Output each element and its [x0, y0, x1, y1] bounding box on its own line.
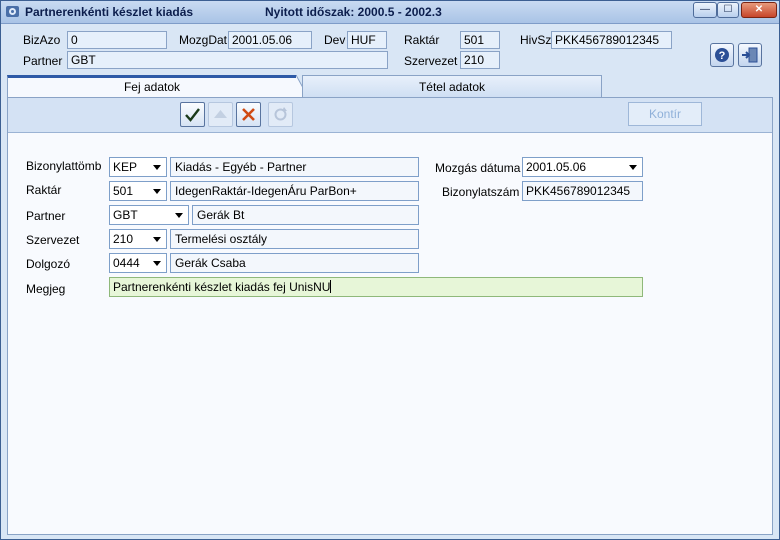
kontir-button[interactable]: Kontír: [628, 102, 702, 126]
hivsz-label: HivSz: [520, 33, 552, 47]
dolgozo-desc: Gerák Csaba: [170, 253, 419, 273]
confirm-button[interactable]: [180, 102, 205, 127]
chevron-down-icon: [153, 189, 161, 194]
triangle-up-icon: [214, 110, 227, 118]
cancel-x-icon: [242, 108, 255, 121]
raktar-combo[interactable]: 501: [109, 181, 167, 201]
close-icon: ✕: [754, 4, 764, 15]
dolgozo-value: 0444: [113, 256, 140, 270]
chevron-down-icon: [153, 261, 161, 266]
mozgas-datuma-combo[interactable]: 2001.05.06: [522, 157, 643, 177]
help-icon: ?: [715, 48, 729, 62]
app-icon: [6, 6, 19, 17]
dolgozo-label: Dolgozó: [26, 257, 71, 271]
mozgdat-label: MozgDat: [179, 33, 228, 47]
partner-combo[interactable]: GBT: [109, 205, 189, 225]
exit-door-icon: [742, 47, 758, 63]
tab-bar: Fej adatok Tétel adatok: [7, 75, 773, 97]
partner-header-label: Partner: [23, 54, 63, 68]
szervezet-label: Szervezet: [26, 233, 80, 247]
szervezet-desc: Termelési osztály: [170, 229, 419, 249]
cancel-button[interactable]: [236, 102, 261, 127]
mozgas-datuma-value: 2001.05.06: [526, 160, 587, 174]
chevron-down-icon: [153, 165, 161, 170]
help-button[interactable]: ?: [710, 43, 734, 67]
raktar-label: Raktár: [26, 183, 62, 197]
szervezet-header-field[interactable]: 210: [460, 51, 500, 69]
raktar-value: 501: [113, 184, 134, 198]
chevron-down-icon: [175, 213, 183, 218]
raktar-desc: IdegenRaktár-IdegenÁru ParBon+: [170, 181, 419, 201]
tab-fej-adatok[interactable]: Fej adatok: [7, 75, 297, 97]
text-caret: [330, 280, 332, 293]
maximize-icon: ☐: [723, 4, 733, 15]
maximize-button[interactable]: ☐: [717, 2, 739, 18]
toolbar: Kontír: [8, 98, 772, 133]
dev-label: Dev: [324, 33, 346, 47]
dev-field[interactable]: HUF: [347, 31, 387, 49]
svg-text:?: ?: [719, 50, 726, 62]
refresh-button[interactable]: [268, 102, 293, 127]
close-button[interactable]: ✕: [741, 2, 777, 18]
bizonylattomb-value: KEP: [113, 160, 138, 174]
mozgdat-field[interactable]: 2001.05.06: [228, 31, 312, 49]
bizonylattomb-label: Bizonylattömb: [26, 159, 102, 173]
raktar-header-label: Raktár: [404, 33, 440, 47]
chevron-down-icon: [153, 237, 161, 242]
bizonylattomb-combo[interactable]: KEP: [109, 157, 167, 177]
minimize-icon: —: [700, 4, 710, 15]
szervezet-value: 210: [113, 232, 134, 246]
partner-header-field[interactable]: GBT: [67, 51, 388, 69]
exit-button[interactable]: [738, 43, 762, 67]
title-bar[interactable]: Partnerenkénti készlet kiadás Nyitott id…: [1, 1, 779, 24]
window-title: Partnerenkénti készlet kiadás: [25, 5, 194, 19]
partner-desc: Gerák Bt: [192, 205, 419, 225]
szervezet-header-label: Szervezet: [404, 54, 458, 68]
minimize-button[interactable]: —: [693, 2, 717, 18]
tab-tetel-adatok-label: Tétel adatok: [418, 80, 486, 94]
hivsz-field[interactable]: PKK456789012345: [551, 31, 672, 49]
tab-tetel-adatok[interactable]: Tétel adatok: [302, 75, 602, 97]
checkmark-icon: [185, 108, 200, 122]
tab-fej-adatok-label: Fej adatok: [123, 80, 181, 94]
partner-label: Partner: [26, 209, 66, 223]
bizonylatszam-field[interactable]: PKK456789012345: [522, 181, 643, 201]
megjeg-label: Megjeg: [26, 282, 66, 296]
chevron-down-icon: [629, 165, 637, 170]
bizonylatszam-label: Bizonylatszám: [442, 185, 520, 199]
raktar-header-field[interactable]: 501: [460, 31, 500, 49]
bizazo-label: BizAzo: [23, 33, 61, 47]
app-window: Partnerenkénti készlet kiadás Nyitott id…: [0, 0, 780, 540]
dolgozo-combo[interactable]: 0444: [109, 253, 167, 273]
megjeg-value: Partnerenkénti készlet kiadás fej UnisNU: [113, 280, 331, 294]
fej-adatok-panel: Kontír Bizonylattömb KEP Kiadás - Egyéb …: [7, 97, 773, 535]
mozgas-datuma-label: Mozgás dátuma: [435, 161, 521, 175]
szervezet-combo[interactable]: 210: [109, 229, 167, 249]
refresh-icon: [274, 107, 287, 121]
move-up-button[interactable]: [208, 102, 233, 127]
partner-value: GBT: [113, 208, 138, 222]
open-period: Nyitott időszak: 2000.5 - 2002.3: [265, 5, 442, 19]
bizonylattomb-desc: Kiadás - Egyéb - Partner: [170, 157, 419, 177]
bizazo-field[interactable]: 0: [67, 31, 167, 49]
megjeg-input[interactable]: Partnerenkénti készlet kiadás fej UnisNU: [109, 277, 643, 297]
document-header: BizAzo 0 MozgDat 2001.05.06 Dev HUF Rakt…: [7, 27, 773, 71]
